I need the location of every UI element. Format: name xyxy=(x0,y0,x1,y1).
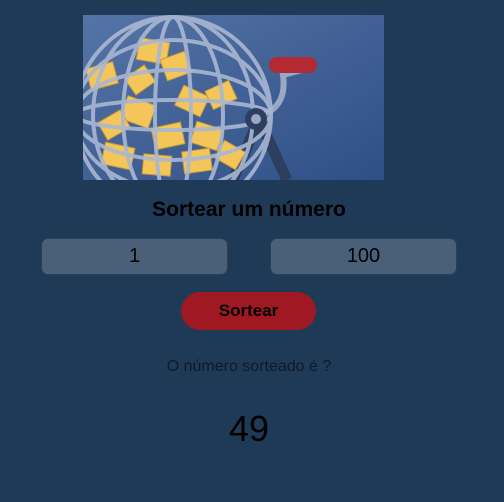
result-label: O número sorteado é ? xyxy=(166,358,332,375)
page-title: Sortear um número xyxy=(152,198,346,221)
max-number-input[interactable] xyxy=(270,238,457,275)
min-number-input[interactable] xyxy=(41,238,228,275)
bingo-cage-image xyxy=(83,15,384,180)
page: Sortear um número Sortear O número sorte… xyxy=(0,0,504,502)
draw-button[interactable]: Sortear xyxy=(181,292,316,330)
result-value: 49 xyxy=(228,408,270,449)
